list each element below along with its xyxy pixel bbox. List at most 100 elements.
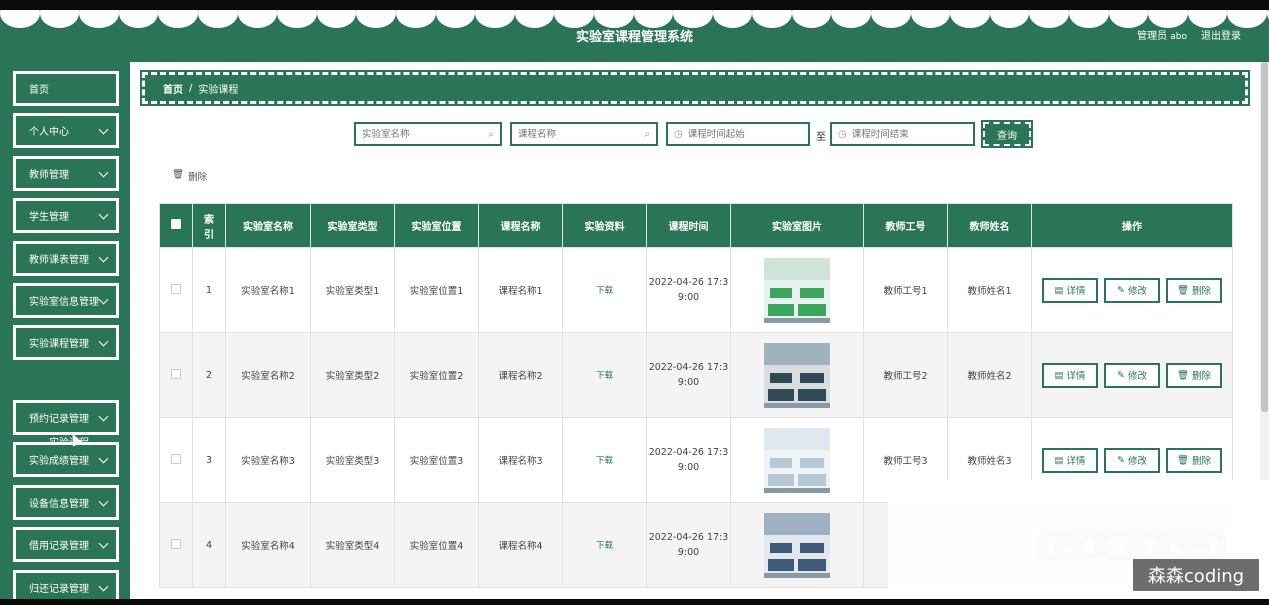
chevron-down-icon: [98, 124, 109, 135]
detail-button[interactable]: ▤详情: [1042, 277, 1098, 303]
cell-lab-location: 实验室位置3: [394, 417, 479, 503]
cell-lab-name: 实验室名称1: [225, 247, 311, 333]
chevron-down-icon: [98, 209, 109, 220]
edit-button[interactable]: ✎修改: [1104, 277, 1160, 303]
select-all-checkbox[interactable]: [159, 203, 193, 248]
bottom-black-bar: [0, 599, 1269, 605]
cell-teacher-no: 教师工号2: [863, 332, 948, 418]
time-end-field[interactable]: [851, 128, 967, 140]
cell-material: 下载: [562, 417, 647, 503]
download-link[interactable]: 下载: [596, 371, 613, 381]
header: 实验室课程管理系统 管理员 abo 退出登录: [0, 10, 1269, 62]
row-checkbox[interactable]: [159, 417, 193, 503]
scrollbar-thumb[interactable]: [1261, 62, 1268, 412]
header-lab-image: 实验室图片: [730, 203, 864, 248]
delete-button[interactable]: 🗑删除: [1166, 362, 1222, 388]
cell-material: 下载: [562, 247, 647, 333]
cell-lab-type: 实验室类型1: [310, 247, 395, 333]
detail-button[interactable]: ▤详情: [1042, 447, 1098, 473]
batch-delete-button[interactable]: 🗑 删除: [172, 169, 207, 183]
course-name-input[interactable]: [518, 128, 645, 140]
detail-button[interactable]: ▤详情: [1042, 362, 1098, 388]
search-icon: ⌕: [488, 128, 494, 140]
chevron-down-icon: [98, 294, 109, 305]
sidebar-item-teacher[interactable]: 教师管理: [13, 156, 119, 191]
row-checkbox[interactable]: [159, 332, 193, 418]
query-button[interactable]: 查询: [981, 120, 1033, 148]
pencil-icon: ✎: [1117, 369, 1125, 381]
chevron-down-icon: [98, 167, 109, 178]
header-index: 索引: [192, 203, 226, 248]
download-link[interactable]: 下载: [596, 456, 613, 466]
cell-lab-image: [730, 502, 864, 588]
lab-name-input[interactable]: [362, 128, 489, 140]
chevron-down-icon: [98, 496, 109, 507]
delete-button[interactable]: 🗑删除: [1166, 447, 1222, 473]
breadcrumb-separator: /: [189, 82, 193, 94]
range-to-label: 至: [816, 132, 826, 143]
chevron-down-icon: [98, 411, 109, 422]
download-link[interactable]: 下载: [596, 541, 613, 551]
breadcrumb: 首页 / 实验课程: [140, 70, 1250, 106]
breadcrumb-home[interactable]: 首页: [163, 81, 183, 96]
cell-lab-name: 实验室名称3: [225, 417, 311, 503]
user-role-label: 管理员 abo: [1137, 31, 1187, 42]
app-title: 实验室课程管理系统: [575, 30, 693, 45]
sidebar-item-student[interactable]: 学生管理: [13, 198, 119, 233]
cell-lab-location: 实验室位置2: [394, 332, 479, 418]
download-link[interactable]: 下载: [596, 286, 613, 296]
cell-teacher-name: 教师姓名1: [947, 247, 1032, 333]
cell-course-name: 课程名称3: [478, 417, 563, 503]
cell-course-time: 2022-04-26 17:3 9:00: [646, 332, 731, 418]
trash-icon: 🗑: [1176, 284, 1190, 296]
time-start-input[interactable]: ◷: [666, 122, 810, 146]
delete-button[interactable]: 🗑删除: [1166, 277, 1222, 303]
sidebar-item-teacher-schedule[interactable]: 教师课表管理: [13, 241, 119, 276]
trash-icon: 🗑: [172, 169, 185, 180]
pencil-icon: ✎: [1117, 284, 1125, 296]
logout-link[interactable]: 退出登录: [1201, 27, 1241, 42]
edit-button[interactable]: ✎修改: [1104, 447, 1160, 473]
cell-index: 4: [192, 502, 226, 588]
cell-actions: ▤详情 ✎修改 🗑删除: [1031, 247, 1233, 333]
breadcrumb-current: 实验课程: [198, 84, 239, 96]
cell-actions: ▤详情 ✎修改 🗑删除: [1031, 332, 1233, 418]
course-name-search-input[interactable]: ⌕: [510, 122, 658, 146]
sidebar-item-lab-course[interactable]: 实验课程管理: [13, 325, 119, 360]
document-icon: ▤: [1054, 369, 1064, 381]
chevron-down-icon: [98, 336, 109, 347]
sidebar-item-borrow[interactable]: 借用记录管理: [13, 527, 119, 562]
cell-material: 下载: [562, 332, 647, 418]
cell-material: 下载: [562, 502, 647, 588]
sidebar-item-reservation[interactable]: 预约记录管理: [13, 400, 119, 435]
time-start-field[interactable]: [687, 128, 802, 140]
sidebar-item-profile[interactable]: 个人中心: [13, 113, 119, 148]
cell-course-name: 课程名称4: [478, 502, 563, 588]
trash-icon: 🗑: [1176, 454, 1190, 466]
sidebar-item-grades[interactable]: 实验成绩管理: [13, 442, 119, 477]
table-row: 2 实验室名称2 实验室类型2 实验室位置2 课程名称2 下载 2022-04-…: [159, 332, 1233, 418]
sidebar-item-equipment[interactable]: 设备信息管理: [13, 485, 119, 520]
cell-lab-name: 实验室名称4: [225, 502, 311, 588]
sidebar-item-home[interactable]: 首页: [13, 71, 119, 106]
row-checkbox[interactable]: [159, 502, 193, 588]
cell-teacher-no: 教师工号1: [863, 247, 948, 333]
table-row: 1 实验室名称1 实验室类型1 实验室位置1 课程名称1 下载 2022-04-…: [159, 247, 1233, 333]
cell-index: 2: [192, 332, 226, 418]
sidebar-item-lab-info[interactable]: 实验室信息管理: [13, 283, 119, 318]
cell-course-time: 2022-04-26 17:3 9:00: [646, 502, 731, 588]
header-material: 实验资料: [562, 203, 647, 248]
header-lab-name: 实验室名称: [225, 203, 311, 248]
username: abo: [1170, 32, 1187, 42]
lab-image: [764, 342, 830, 408]
cell-course-time: 2022-04-26 17:3 9:00: [646, 247, 731, 333]
time-end-input[interactable]: ◷: [830, 122, 975, 146]
edit-button[interactable]: ✎修改: [1104, 362, 1160, 388]
cell-course-time: 2022-04-26 17:3 9:00: [646, 417, 731, 503]
lab-image: [764, 427, 830, 493]
lab-name-search-input[interactable]: ⌕: [354, 122, 502, 146]
chevron-down-icon: [98, 252, 109, 263]
cell-index: 3: [192, 417, 226, 503]
table-header-row: 索引 实验室名称 实验室类型 实验室位置 课程名称 实验资料 课程时间 实验室图…: [159, 203, 1233, 248]
row-checkbox[interactable]: [159, 247, 193, 333]
